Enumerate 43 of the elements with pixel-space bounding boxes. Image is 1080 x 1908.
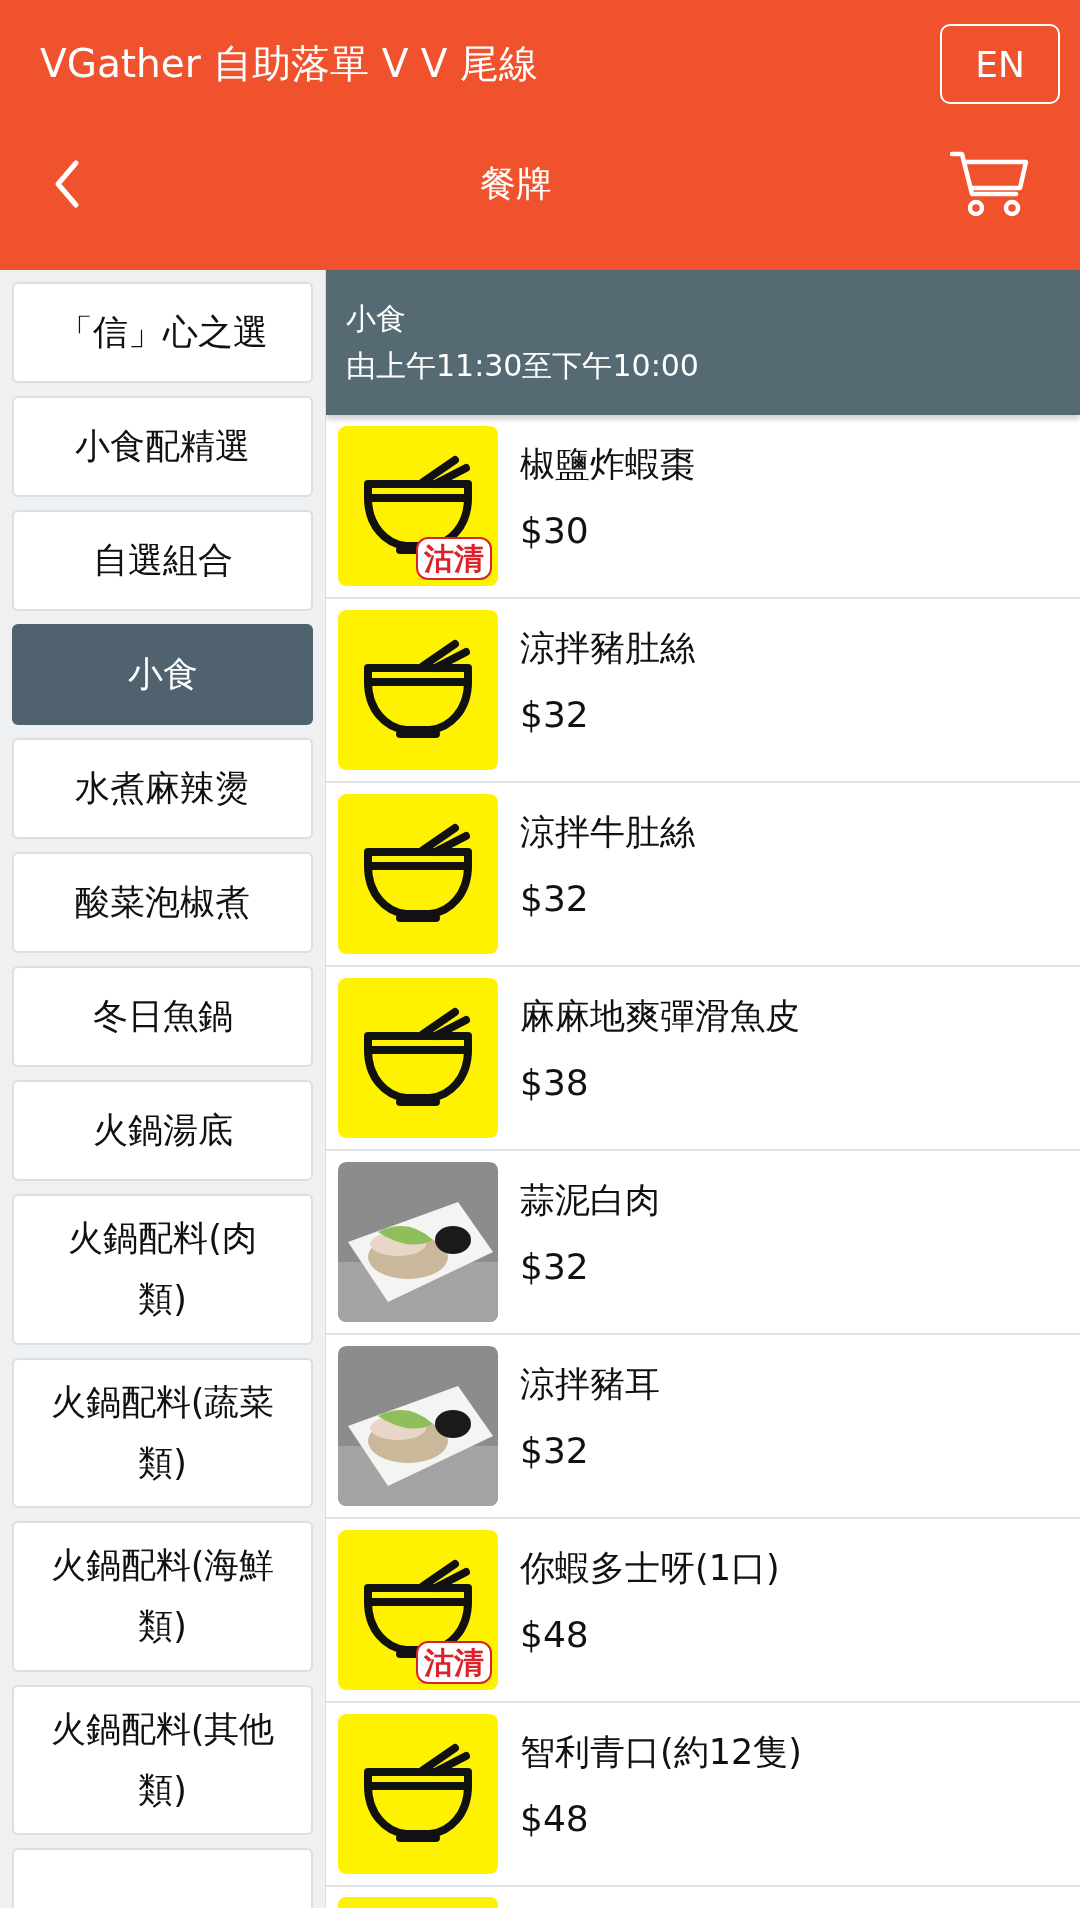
category-tab[interactable]: 火鍋配料(肉類) bbox=[12, 1194, 313, 1345]
item-name: 涼拌豬肚絲 bbox=[520, 627, 695, 670]
menu-item[interactable]: 涼拌牛肚絲 $32 bbox=[326, 783, 1080, 967]
item-name: 蒜泥白肉 bbox=[520, 1179, 660, 1222]
section-title: 小食 bbox=[346, 299, 407, 338]
menu-item[interactable]: 智利青口(約12隻) $48 bbox=[326, 1703, 1080, 1887]
category-tab[interactable]: 小食 bbox=[12, 624, 313, 725]
category-tab[interactable]: 火鍋配料(蔬菜類) bbox=[12, 1357, 313, 1508]
menu-item[interactable]: 涼拌豬肚絲 $32 bbox=[326, 599, 1080, 783]
item-price: $32 bbox=[520, 1246, 590, 1287]
sold-out-badge: 沽清 bbox=[416, 1641, 492, 1684]
item-price: $32 bbox=[520, 694, 590, 735]
menu-item[interactable]: 蒜泥白肉 $32 bbox=[326, 1151, 1080, 1335]
sold-out-badge: 沽清 bbox=[416, 537, 492, 580]
item-price: $32 bbox=[520, 878, 590, 919]
category-tab[interactable]: 冬日魚鍋 bbox=[12, 966, 313, 1067]
item-price: $32 bbox=[520, 1430, 590, 1471]
item-name: 涼拌牛肚絲 bbox=[520, 811, 695, 854]
page-title: 餐牌 bbox=[480, 161, 552, 206]
item-name: 椒鹽炸蝦棗 bbox=[520, 443, 695, 486]
item-price: $38 bbox=[520, 1062, 590, 1103]
item-name: 智利青口(約12隻) bbox=[520, 1731, 802, 1774]
item-name: 你蝦多士呀(1口) bbox=[520, 1547, 780, 1590]
item-price: $48 bbox=[520, 1798, 590, 1839]
menu-item[interactable]: 涼拌豬耳 $32 bbox=[326, 1335, 1080, 1519]
app-title: VGather 自助落單 V V 尾線 bbox=[40, 40, 538, 88]
menu-item[interactable]: 沽清 你蝦多士呀(1口) $48 bbox=[326, 1519, 1080, 1703]
category-tab[interactable]: 酸菜泡椒煮 bbox=[12, 852, 313, 953]
menu-item[interactable]: 麻麻地爽彈滑魚皮 $38 bbox=[326, 967, 1080, 1151]
item-name: 涼拌豬耳 bbox=[520, 1363, 660, 1406]
category-tab[interactable]: 火鍋配料(其他類) bbox=[12, 1684, 313, 1835]
section-hours: 由上午11:30至下午10:00 bbox=[346, 346, 700, 385]
language-button[interactable]: EN bbox=[940, 24, 1060, 104]
category-tab[interactable]: 自選組合 bbox=[12, 510, 313, 611]
item-name: 麻麻地爽彈滑魚皮 bbox=[520, 995, 800, 1038]
item-price: $30 bbox=[520, 510, 590, 551]
category-tab[interactable]: 火鍋配料(海鮮類) bbox=[12, 1521, 313, 1672]
category-tab[interactable]: 火鍋湯底 bbox=[12, 1080, 313, 1181]
category-tab[interactable]: 水煮麻辣燙 bbox=[12, 738, 313, 839]
menu-item[interactable]: 沽清 椒鹽炸蝦棗 $30 bbox=[326, 415, 1080, 599]
category-tab[interactable]: 小食配精選 bbox=[12, 396, 313, 497]
item-price: $48 bbox=[520, 1614, 590, 1655]
category-tab[interactable]: 「信」心之選 bbox=[12, 282, 313, 383]
